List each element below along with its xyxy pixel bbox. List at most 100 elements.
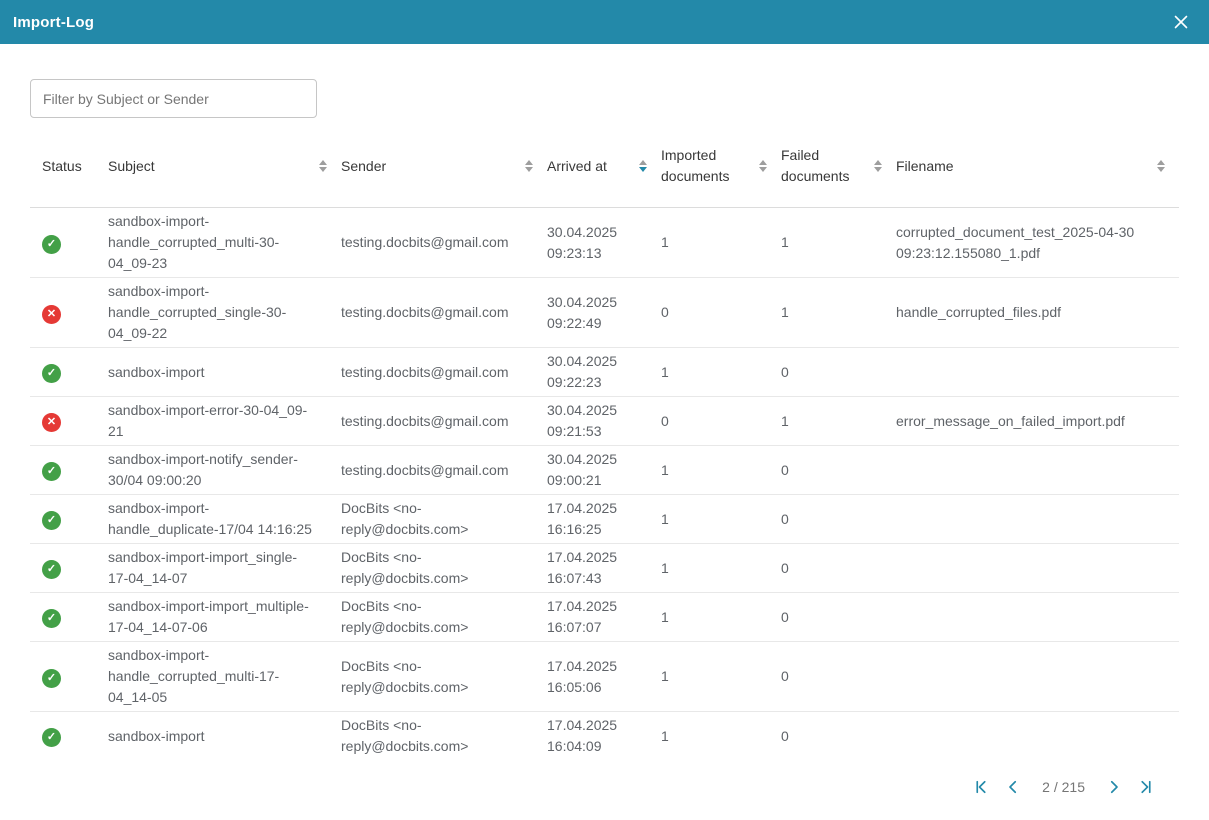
table-row: ✓ sandbox-import-handle_corrupted_multi-1… <box>30 642 1179 712</box>
status-success-icon: ✓ <box>42 609 61 628</box>
cell-subject: sandbox-import-handle_corrupted_multi-30… <box>108 208 341 278</box>
table-body: ✓ sandbox-import-handle_corrupted_multi-3… <box>30 208 1179 761</box>
import-log-table: Status Subject Sender Arrived at Imported do… <box>30 125 1179 760</box>
sort-icon[interactable] <box>759 160 767 172</box>
column-label: Subject <box>108 156 155 177</box>
cell-filename: error_message_on_failed_import.pdf <box>896 397 1179 446</box>
column-header-arrived-at[interactable]: Arrived at <box>547 125 661 208</box>
cell-arrived-at: 17.04.2025 16:07:43 <box>547 544 661 593</box>
sort-icon[interactable] <box>525 160 533 172</box>
cell-subject: sandbox-import-notify_sender-30/04 09:00… <box>108 446 341 495</box>
cell-filename: corrupted_document_test_2025-04-30 09:23… <box>896 208 1179 278</box>
cell-failed-documents: 1 <box>781 278 896 348</box>
last-page-button[interactable] <box>1133 774 1159 800</box>
column-header-status: Status <box>30 125 108 208</box>
first-page-button[interactable] <box>968 774 994 800</box>
cell-arrived-at: 17.04.2025 16:07:07 <box>547 593 661 642</box>
cell-failed-documents: 1 <box>781 397 896 446</box>
cell-imported-documents: 1 <box>661 544 781 593</box>
pagination: 2 / 215 <box>30 774 1159 820</box>
cell-status: ✓ <box>30 712 108 761</box>
table-row: ✕sandbox-import-handle_corrupted_single-… <box>30 278 1179 348</box>
table-row: ✓sandbox-import-notify_sender-30/04 09:0… <box>30 446 1179 495</box>
status-error-icon: ✕ <box>42 413 61 432</box>
cell-filename <box>896 348 1179 397</box>
cell-filename <box>896 593 1179 642</box>
table-row: ✕sandbox-import-error-30-04_09-21testing… <box>30 397 1179 446</box>
column-label: Status <box>42 156 82 177</box>
column-header-failed-documents[interactable]: Failed documents <box>781 125 896 208</box>
cell-failed-documents: 0 <box>781 712 896 761</box>
cell-arrived-at: 30.04.2025 09:22:49 <box>547 278 661 348</box>
cell-sender: testing.docbits@gmail.com <box>341 348 547 397</box>
cell-imported-documents: 1 <box>661 348 781 397</box>
cell-failed-documents: 1 <box>781 208 896 278</box>
column-header-filename[interactable]: Filename <box>896 125 1179 208</box>
column-label: Imported documents <box>661 145 755 187</box>
status-success-icon: ✓ <box>42 235 61 254</box>
cell-imported-documents: 0 <box>661 278 781 348</box>
cell-imported-documents: 1 <box>661 642 781 712</box>
column-label: Sender <box>341 156 386 177</box>
cell-sender: DocBits <no-reply@docbits.com> <box>341 712 547 761</box>
page-indicator: 2 / 215 <box>1042 779 1085 795</box>
cell-imported-documents: 0 <box>661 397 781 446</box>
sort-icon[interactable] <box>874 160 882 172</box>
cell-arrived-at: 17.04.2025 16:16:25 <box>547 495 661 544</box>
filter-input[interactable] <box>30 79 317 118</box>
table-row: ✓sandbox-import-import_single-17-04_14-0… <box>30 544 1179 593</box>
cell-imported-documents: 1 <box>661 208 781 278</box>
cell-sender: testing.docbits@gmail.com <box>341 397 547 446</box>
column-label: Filename <box>896 156 954 177</box>
cell-filename: handle_corrupted_files.pdf <box>896 278 1179 348</box>
modal-title: Import-Log <box>13 14 94 31</box>
column-header-imported-documents[interactable]: Imported documents <box>661 125 781 208</box>
cell-failed-documents: 0 <box>781 495 896 544</box>
cell-failed-documents: 0 <box>781 593 896 642</box>
status-success-icon: ✓ <box>42 560 61 579</box>
cell-status: ✓ <box>30 348 108 397</box>
sort-icon[interactable] <box>639 160 647 172</box>
cell-sender: DocBits <no-reply@docbits.com> <box>341 593 547 642</box>
cell-imported-documents: 1 <box>661 593 781 642</box>
modal-body: Status Subject Sender Arrived at Imported do… <box>0 44 1209 820</box>
status-success-icon: ✓ <box>42 669 61 688</box>
column-header-subject[interactable]: Subject <box>108 125 341 208</box>
cell-status: ✓ <box>30 495 108 544</box>
cell-filename <box>896 642 1179 712</box>
cell-filename <box>896 544 1179 593</box>
cell-subject: sandbox-import-handle_corrupted_multi-17… <box>108 642 341 712</box>
cell-filename <box>896 446 1179 495</box>
cell-subject: sandbox-import-handle_corrupted_single-3… <box>108 278 341 348</box>
column-label: Failed documents <box>781 145 870 187</box>
column-label: Arrived at <box>547 156 607 177</box>
cell-status: ✓ <box>30 642 108 712</box>
cell-status: ✕ <box>30 397 108 446</box>
cell-sender: DocBits <no-reply@docbits.com> <box>341 642 547 712</box>
status-success-icon: ✓ <box>42 728 61 747</box>
cell-arrived-at: 17.04.2025 16:05:06 <box>547 642 661 712</box>
cell-status: ✕ <box>30 278 108 348</box>
cell-imported-documents: 1 <box>661 446 781 495</box>
cell-arrived-at: 30.04.2025 09:22:23 <box>547 348 661 397</box>
column-header-sender[interactable]: Sender <box>341 125 547 208</box>
previous-page-button[interactable] <box>1000 774 1026 800</box>
next-page-button[interactable] <box>1101 774 1127 800</box>
table-row: ✓ sandbox-import-handle_corrupted_multi-3… <box>30 208 1179 278</box>
cell-arrived-at: 17.04.2025 16:04:09 <box>547 712 661 761</box>
status-success-icon: ✓ <box>42 511 61 530</box>
table-row: ✓sandbox-importtesting.docbits@gmail.com… <box>30 348 1179 397</box>
cell-arrived-at: 30.04.2025 09:00:21 <box>547 446 661 495</box>
sort-icon[interactable] <box>319 160 327 172</box>
cell-status: ✓ <box>30 446 108 495</box>
cell-sender: testing.docbits@gmail.com <box>341 446 547 495</box>
cell-failed-documents: 0 <box>781 446 896 495</box>
table-row: ✓sandbox-importDocBits <no-reply@docbits… <box>30 712 1179 761</box>
cell-subject: sandbox-import-handle_duplicate-17/04 14… <box>108 495 341 544</box>
close-icon[interactable] <box>1170 11 1192 33</box>
cell-filename <box>896 712 1179 761</box>
cell-status: ✓ <box>30 544 108 593</box>
cell-failed-documents: 0 <box>781 544 896 593</box>
sort-icon[interactable] <box>1157 160 1165 172</box>
cell-imported-documents: 1 <box>661 712 781 761</box>
